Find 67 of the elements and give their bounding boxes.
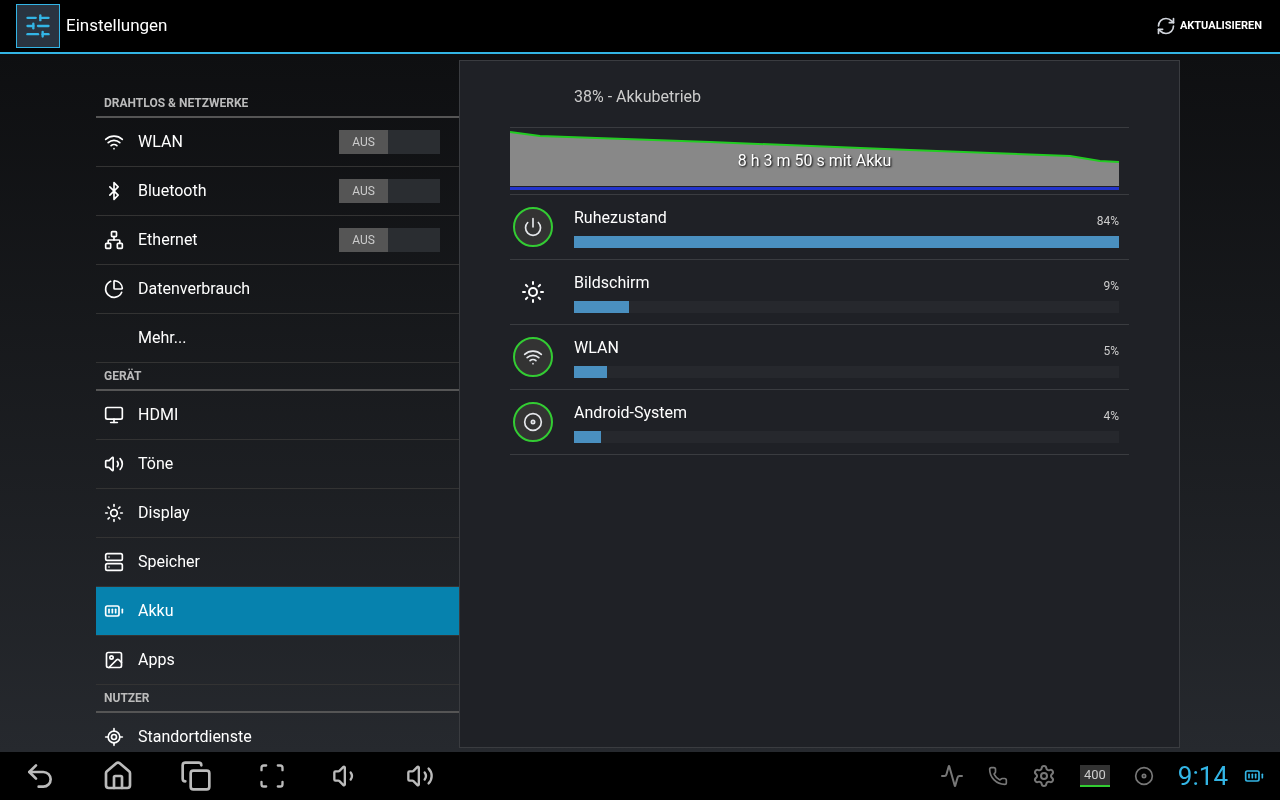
section-header: NUTZER [96,685,459,713]
gear-icon[interactable] [1031,764,1056,788]
item-label: Standortdienste [138,726,253,748]
usage-name: Ruhezustand [574,207,667,229]
settings-item[interactable]: Display [96,489,459,538]
usage-percent: 9% [1103,278,1119,295]
item-label: Ethernet [138,229,199,251]
phone-icon[interactable] [987,766,1008,786]
wifi-icon [104,132,124,152]
settings-item[interactable]: Datenverbrauch [96,265,459,314]
home-icon[interactable] [102,760,134,792]
usage-name: Bildschirm [574,272,650,294]
sun-icon [104,503,124,523]
item-label: Datenverbrauch [138,278,252,300]
item-label: Apps [138,649,176,671]
monitor-icon [104,405,124,425]
usage-row[interactable]: Ruhezustand 84% [510,195,1129,260]
toggle-switch[interactable]: AUS [339,179,440,203]
battery-status: 38% - Akkubetrieb [573,86,703,108]
usage-row[interactable]: Bildschirm 9% [510,260,1129,325]
item-label: Speicher [138,551,201,573]
settings-item[interactable]: HDMI [96,391,459,440]
item-label: Mehr... [138,327,188,349]
item-label: HDMI [138,404,180,426]
settings-item[interactable]: Akku [96,587,459,636]
item-label: Töne [138,453,175,475]
screenshot-icon[interactable] [258,762,286,790]
recent-apps-icon[interactable] [180,760,212,792]
item-label: Bluetooth [138,180,208,202]
item-label: WLAN [138,131,184,153]
usage-percent: 4% [1103,408,1119,425]
settings-app-icon [16,4,60,48]
app-icon [513,337,553,377]
app-title: Einstellungen [66,14,168,38]
refresh-icon [1155,16,1176,36]
usage-name: WLAN [574,337,619,359]
clock: 9:14 [1177,759,1228,793]
usage-row[interactable]: Android-System 4% [510,390,1129,455]
settings-item[interactable]: Töne [96,440,459,489]
speaker-icon [104,454,124,474]
usage-row[interactable]: WLAN 5% [510,325,1129,390]
toggle-switch[interactable]: AUS [339,228,440,252]
network-icon [104,230,124,250]
item-label: Display [138,502,191,524]
usage-percent: 5% [1103,343,1119,360]
settings-item[interactable]: Ethernet AUS [96,216,459,265]
app-icon [513,402,553,442]
app-icon [513,207,553,247]
counter-badge[interactable]: 400 [1079,765,1110,787]
storage-icon [104,552,124,572]
chart-icon[interactable] [939,764,964,788]
settings-item[interactable]: Bluetooth AUS [96,167,459,216]
usage-percent: 84% [1096,213,1119,230]
disc-icon[interactable] [1133,766,1154,786]
graph-label: 8 h 3 m 50 s mit Akku [736,150,893,172]
settings-item[interactable]: Apps [96,636,459,685]
section-header: DRAHTLOS & NETZWERKE [96,90,459,118]
picture-icon [104,650,124,670]
refresh-button[interactable]: AKTUALISIEREN [1155,16,1264,36]
pie-chart-icon [104,279,124,299]
sun-icon [521,280,545,304]
toggle-switch[interactable]: AUS [339,130,440,154]
usage-name: Android-System [574,402,688,424]
location-icon [104,727,124,747]
section-header: GERÄT [96,363,459,391]
item-label: Akku [138,600,175,622]
settings-item[interactable]: WLAN AUS [96,118,459,167]
